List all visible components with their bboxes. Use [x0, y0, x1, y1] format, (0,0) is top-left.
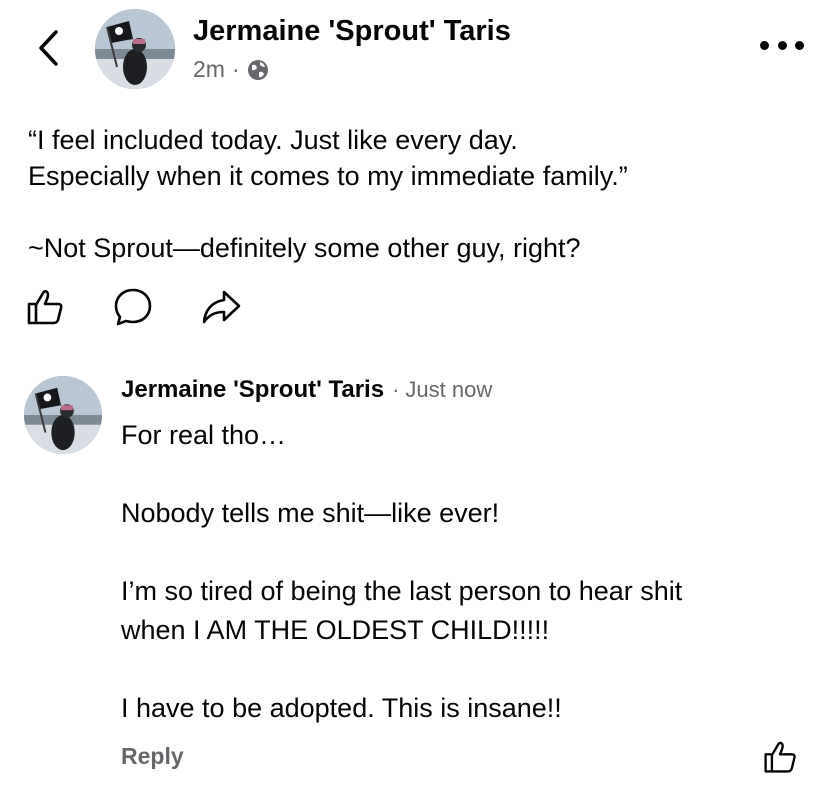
post-author-name[interactable]: Jermaine 'Sprout' Taris [193, 15, 511, 48]
post-meta: 2m · [193, 56, 269, 83]
share-button[interactable] [198, 286, 244, 328]
chevron-left-icon [39, 30, 58, 66]
comment-time: Just now [405, 377, 493, 402]
share-arrow-icon [202, 290, 241, 324]
reply-button[interactable]: Reply [121, 743, 184, 770]
post-text: “I feel included today. Just like every … [28, 125, 628, 263]
post-actions [22, 286, 244, 328]
comment-header: Jermaine 'Sprout' Taris · Just now [121, 376, 492, 404]
comment-like-button[interactable] [758, 736, 802, 778]
post-time[interactable]: 2m [193, 56, 225, 83]
comment-author-avatar[interactable] [24, 376, 102, 454]
comment-bubble-icon [114, 288, 152, 326]
like-button[interactable] [22, 286, 68, 328]
back-button[interactable] [30, 28, 66, 68]
avatar-photo [24, 376, 102, 454]
more-dot [760, 40, 769, 50]
comment-button[interactable] [110, 286, 156, 328]
avatar-photo [95, 9, 175, 89]
more-dot [795, 40, 804, 50]
more-options-button[interactable] [760, 34, 804, 56]
thumbs-up-icon [764, 741, 796, 773]
comment-separator: · [392, 377, 400, 402]
globe-icon[interactable] [247, 59, 269, 81]
comment-text: For real tho… Nobody tells me shit—like … [121, 420, 683, 723]
meta-separator: · [231, 56, 240, 82]
thumbs-up-icon [27, 289, 63, 325]
comment-author-name[interactable]: Jermaine 'Sprout' Taris [121, 376, 384, 404]
more-dot [777, 40, 787, 50]
post-author-avatar[interactable] [95, 9, 175, 89]
